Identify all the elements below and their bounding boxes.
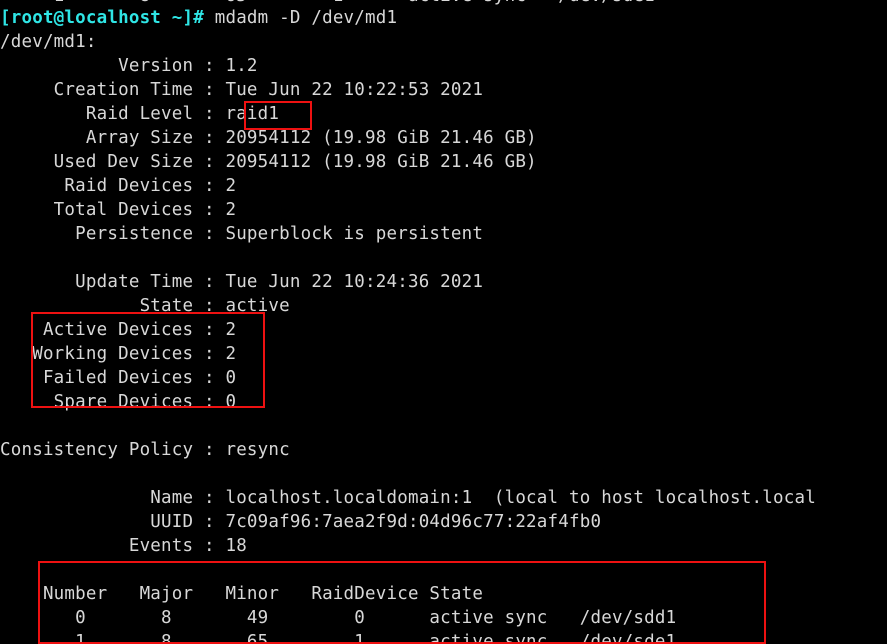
output-line-raid-devices: Raid Devices : 2 — [0, 176, 237, 196]
prompt-user-host: [root@localhost ~]# — [0, 8, 204, 28]
output-line-consistency-policy: Consistency Policy : resync — [0, 440, 290, 460]
output-line-used-dev-size: Used Dev Size : 20954112 (19.98 GiB 21.4… — [0, 152, 537, 172]
prompt-command: mdadm -D /dev/md1 — [203, 8, 398, 28]
terminal-window[interactable]: 1 8 65 1 active sync /dev/sde1 [root@loc… — [0, 0, 887, 644]
device-table-row-1: 1 8 65 1 active sync /dev/sde1 — [0, 632, 677, 644]
output-line-failed-devices: Failed Devices : 0 — [0, 368, 237, 388]
output-line-0: /dev/md1: — [0, 32, 97, 52]
output-line-creation-time: Creation Time : Tue Jun 22 10:22:53 2021 — [0, 80, 484, 100]
output-line-working-devices: Working Devices : 2 — [0, 344, 237, 364]
output-line-raid-level: Raid Level : raid1 — [0, 104, 280, 124]
output-line-events: Events : 18 — [0, 536, 247, 556]
output-line-uuid: UUID : 7c09af96:7aea2f9d:04d96c77:22af4f… — [0, 512, 602, 532]
output-line-array-size: Array Size : 20954112 (19.98 GiB 21.46 G… — [0, 128, 537, 148]
shell-prompt-line[interactable]: [root@localhost ~]# mdadm -D /dev/md1 — [0, 6, 397, 30]
device-table-row-0: 0 8 49 0 active sync /dev/sdd1 — [0, 608, 677, 628]
output-line-active-devices: Active Devices : 2 — [0, 320, 237, 340]
device-table-header-row: Number Major Minor RaidDevice State — [0, 584, 484, 604]
output-line-name: Name : localhost.localdomain:1 (local to… — [0, 488, 816, 508]
output-line-version: Version : 1.2 — [0, 56, 258, 76]
output-line-persistence: Persistence : Superblock is persistent — [0, 224, 484, 244]
output-line-total-devices: Total Devices : 2 — [0, 200, 237, 220]
output-line-state: State : active — [0, 296, 290, 316]
output-line-spare-devices: Spare Devices : 0 — [0, 392, 237, 412]
output-line-update-time: Update Time : Tue Jun 22 10:24:36 2021 — [0, 272, 484, 292]
